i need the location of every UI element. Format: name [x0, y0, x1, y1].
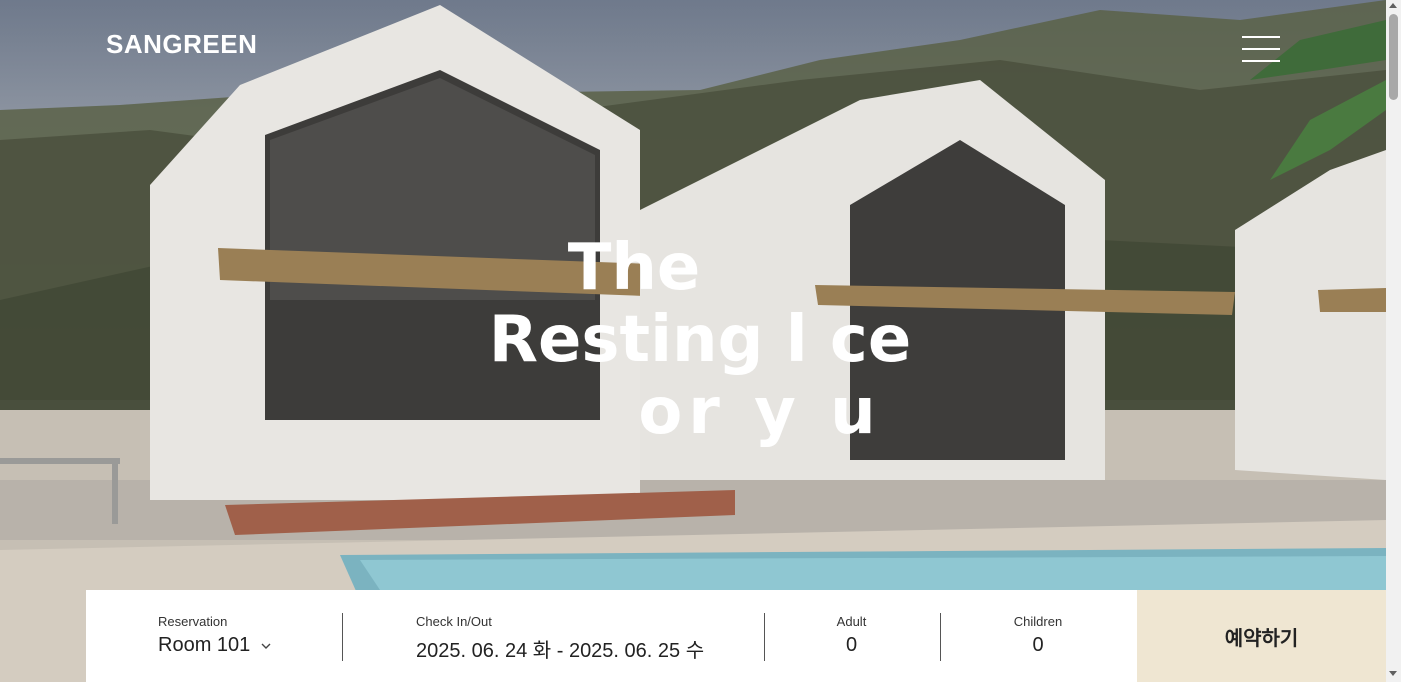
- booking-bar: Reservation Room 101 Check In/Out 2025. …: [86, 590, 1386, 682]
- checkin-checkout-field[interactable]: Check In/Out 2025. 06. 24 화 - 2025. 06. …: [343, 590, 765, 682]
- page-scrollbar[interactable]: [1386, 0, 1401, 682]
- children-value: 0: [1032, 634, 1044, 656]
- children-field[interactable]: Children 0: [940, 590, 1136, 682]
- menu-line: [1242, 48, 1280, 50]
- reserve-button[interactable]: 예약하기: [1137, 590, 1386, 682]
- checkin-value: 2025. 06. 24 화 - 2025. 06. 25 수: [416, 640, 705, 662]
- headline-line-1: The: [567, 231, 701, 305]
- adult-field[interactable]: Adult 0: [763, 590, 941, 682]
- reservation-value: Room 101: [158, 634, 251, 656]
- scroll-up-icon[interactable]: [1389, 3, 1397, 8]
- site-logo[interactable]: SANGREEN: [106, 29, 257, 60]
- children-label: Children: [1013, 614, 1063, 629]
- hero-banner: SANGREEN The Resting l ce or y u: [0, 0, 1386, 682]
- scroll-down-icon[interactable]: [1389, 671, 1397, 676]
- adult-value: 0: [845, 634, 858, 656]
- headline-line-2: Resting l ce: [488, 303, 912, 377]
- adult-label: Adult: [836, 614, 867, 629]
- menu-line: [1242, 60, 1280, 62]
- hero-headline: The Resting l ce or y u: [380, 232, 1020, 448]
- checkin-label: Check In/Out: [416, 614, 492, 629]
- reservation-select[interactable]: Reservation Room 101: [86, 590, 343, 682]
- reservation-label: Reservation: [158, 614, 228, 629]
- hamburger-menu-icon[interactable]: [1242, 36, 1280, 62]
- scroll-thumb[interactable]: [1389, 14, 1398, 100]
- menu-line: [1242, 36, 1280, 38]
- headline-line-3: or y u: [638, 375, 882, 449]
- chevron-down-icon[interactable]: [260, 640, 272, 652]
